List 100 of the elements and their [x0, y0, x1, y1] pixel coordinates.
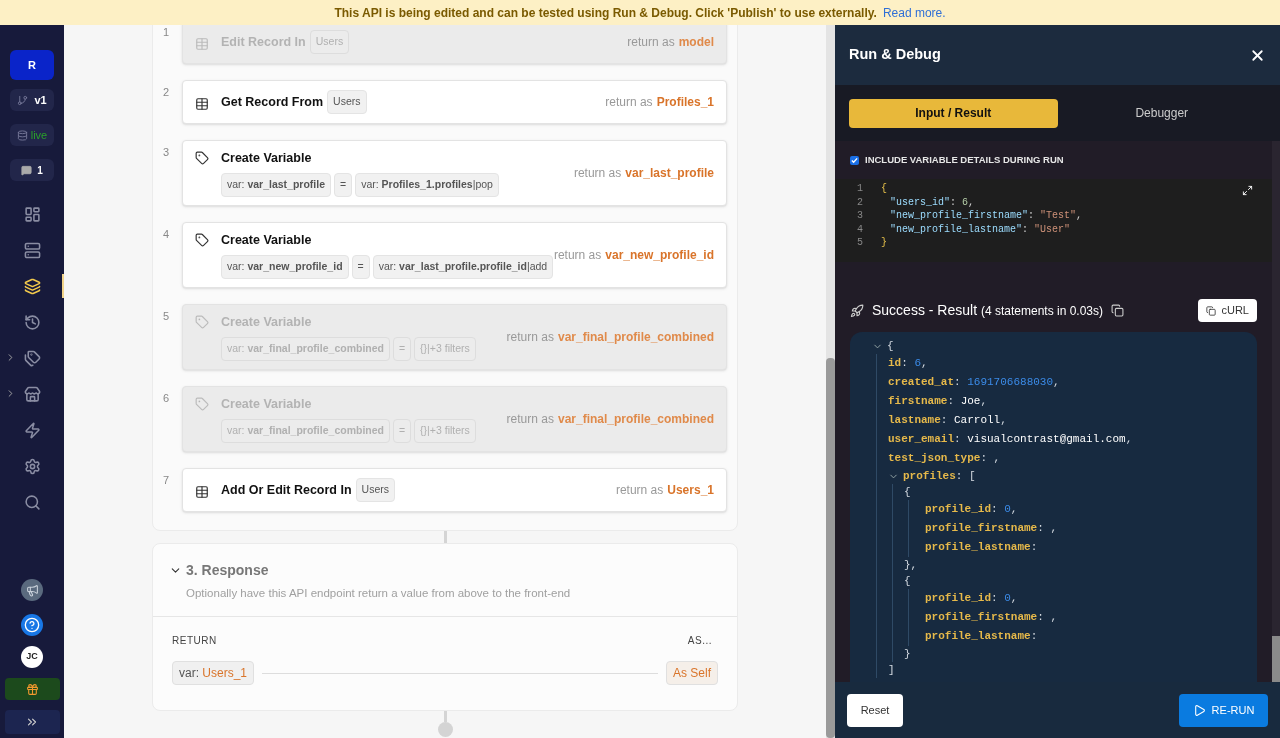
tab[interactable]: Input / Result: [849, 98, 1058, 128]
result-line: },: [904, 558, 918, 573]
return-label: return as: [605, 94, 653, 111]
tab[interactable]: Debugger: [1057, 98, 1266, 128]
settings-icon: [23, 457, 41, 475]
result-line: lastname: Carroll,: [888, 413, 1007, 428]
table-icon: [195, 37, 209, 52]
branch-icon: [17, 94, 29, 106]
step-card[interactable]: Create Variable var: var_new_profile_id = var: var_last_profile.profile_id|add return as var_new_profile_id: [182, 222, 727, 288]
value-chip[interactable]: var: var_last_profile.profile_id|add: [372, 255, 554, 279]
banner-text: This API is being edited and can be tested using Run & Debug. Click 'Publish' to use externally.: [334, 4, 877, 22]
tags-icon: [23, 349, 41, 367]
panel-title: Run & Debug: [849, 45, 941, 65]
search-icon: [23, 493, 41, 511]
step-title: Edit Record In: [221, 33, 306, 51]
result-line: ]: [888, 663, 895, 678]
return-name: var_new_profile_id: [605, 247, 714, 264]
step-number: 7: [162, 473, 171, 488]
result-line: profile_id: 0,: [925, 502, 1018, 517]
step-card[interactable]: Create Variable var: var_last_profile = var: Profiles_1.profiles|pop return as var_last_profile: [182, 140, 727, 206]
result-line: user_email: visualcontrast@gmail.com,: [888, 432, 1133, 447]
line-number: 2: [856, 195, 863, 209]
column-header: AS...: [687, 634, 712, 649]
result-line: profile_lastname:: [925, 540, 1038, 555]
active-indicator: [62, 274, 64, 298]
table-chip[interactable]: Users: [355, 478, 395, 502]
tag-icon: [195, 397, 209, 412]
step-number: 1: [162, 25, 171, 40]
store-icon: [23, 385, 41, 403]
reset-button[interactable]: Reset: [847, 693, 903, 727]
operator-chip[interactable]: =: [334, 173, 353, 197]
variable-chip[interactable]: var: var_new_profile_id: [221, 255, 349, 279]
result-line: {: [904, 484, 911, 500]
step-title: Create Variable: [221, 314, 313, 332]
return-name: model: [678, 34, 714, 51]
line-number: 5: [856, 236, 863, 250]
chevrons-icon: [25, 715, 39, 729]
result-line: test_json_type: ,: [888, 451, 1001, 466]
server-icon: [23, 241, 41, 259]
code-line: {: [881, 182, 887, 196]
return-label: return as: [573, 165, 622, 182]
step-number: 5: [162, 309, 171, 324]
rerun-button[interactable]: RE-RUN: [1179, 693, 1268, 727]
megaphone-icon[interactable]: [21, 579, 43, 601]
table-icon: [195, 485, 209, 500]
copy-icon[interactable]: [1111, 304, 1124, 317]
result-line: {: [887, 338, 894, 354]
scrollbar[interactable]: [1272, 141, 1280, 682]
variable-chip[interactable]: var: var_last_profile: [221, 173, 332, 197]
database-icon: [16, 129, 28, 141]
lightning-icon: [23, 421, 41, 439]
scrollbar[interactable]: [826, 25, 835, 738]
return-name: Users_1: [667, 482, 714, 499]
result-line: profiles: [: [903, 468, 976, 484]
step-number: 4: [162, 227, 171, 242]
section-title: 3. Response: [186, 561, 269, 580]
return-label: return as: [506, 411, 554, 428]
return-label: return as: [506, 329, 554, 346]
section-description: Optionally have this API endpoint return a value from above to the front-end: [186, 586, 572, 601]
column-header: RETURN: [172, 634, 217, 649]
step-title: Create Variable: [221, 396, 313, 414]
branch-button[interactable]: v1: [10, 89, 54, 111]
user-avatar[interactable]: JC: [21, 646, 43, 668]
comments-button[interactable]: 1: [10, 159, 54, 181]
tag-icon: [195, 151, 209, 166]
code-editor[interactable]: 1 { 2 "users_id": 6, 3 "new_profile_firstname": "Test", 4 "new_profile_lastname": "User" 5 }: [835, 179, 1272, 262]
expand-sidebar-button[interactable]: [4, 710, 60, 734]
return-variable-chip[interactable]: var: Users_1: [172, 661, 255, 686]
expand-icon[interactable]: [1242, 185, 1253, 196]
comment-icon: [21, 164, 33, 176]
tag-icon: [195, 315, 209, 330]
step-title: Add Or Edit Record In: [221, 481, 352, 499]
copy-icon: [1206, 305, 1217, 316]
step-title: Create Variable: [221, 232, 313, 250]
project-button[interactable]: R: [10, 50, 54, 80]
result-status: Success - Result (4 statements in 0.03s): [872, 301, 1103, 320]
step-card[interactable]: Add Or Edit Record In Users return as Users_1: [182, 468, 727, 512]
value-chip[interactable]: var: Profiles_1.profiles|pop: [355, 173, 499, 197]
code-line: }: [881, 236, 887, 250]
code-line: "users_id": 6,: [889, 195, 975, 209]
return-label: return as: [615, 482, 664, 499]
table-chip[interactable]: Users: [327, 90, 367, 114]
environment-button[interactable]: live: [10, 124, 54, 146]
read-more-link[interactable]: Read more.: [882, 3, 946, 22]
play-icon: [1192, 703, 1206, 717]
layers-icon: [23, 277, 41, 295]
line-number: 3: [856, 209, 863, 223]
curl-button[interactable]: cURL: [1198, 299, 1257, 322]
operator-chip[interactable]: =: [351, 255, 370, 279]
step-number: 3: [162, 145, 171, 160]
checkbox[interactable]: [850, 155, 859, 165]
result-line: }: [904, 647, 911, 662]
step-title: Create Variable: [221, 150, 313, 168]
table-icon: [195, 97, 209, 112]
dashboard-icon: [23, 205, 41, 223]
line-number: 1: [856, 182, 863, 196]
gift-icon[interactable]: [4, 678, 60, 700]
result-line: profile_id: 0,: [925, 591, 1018, 606]
step-card[interactable]: Get Record From Users return as Profiles_1: [182, 80, 727, 124]
help-icon[interactable]: [21, 614, 43, 636]
